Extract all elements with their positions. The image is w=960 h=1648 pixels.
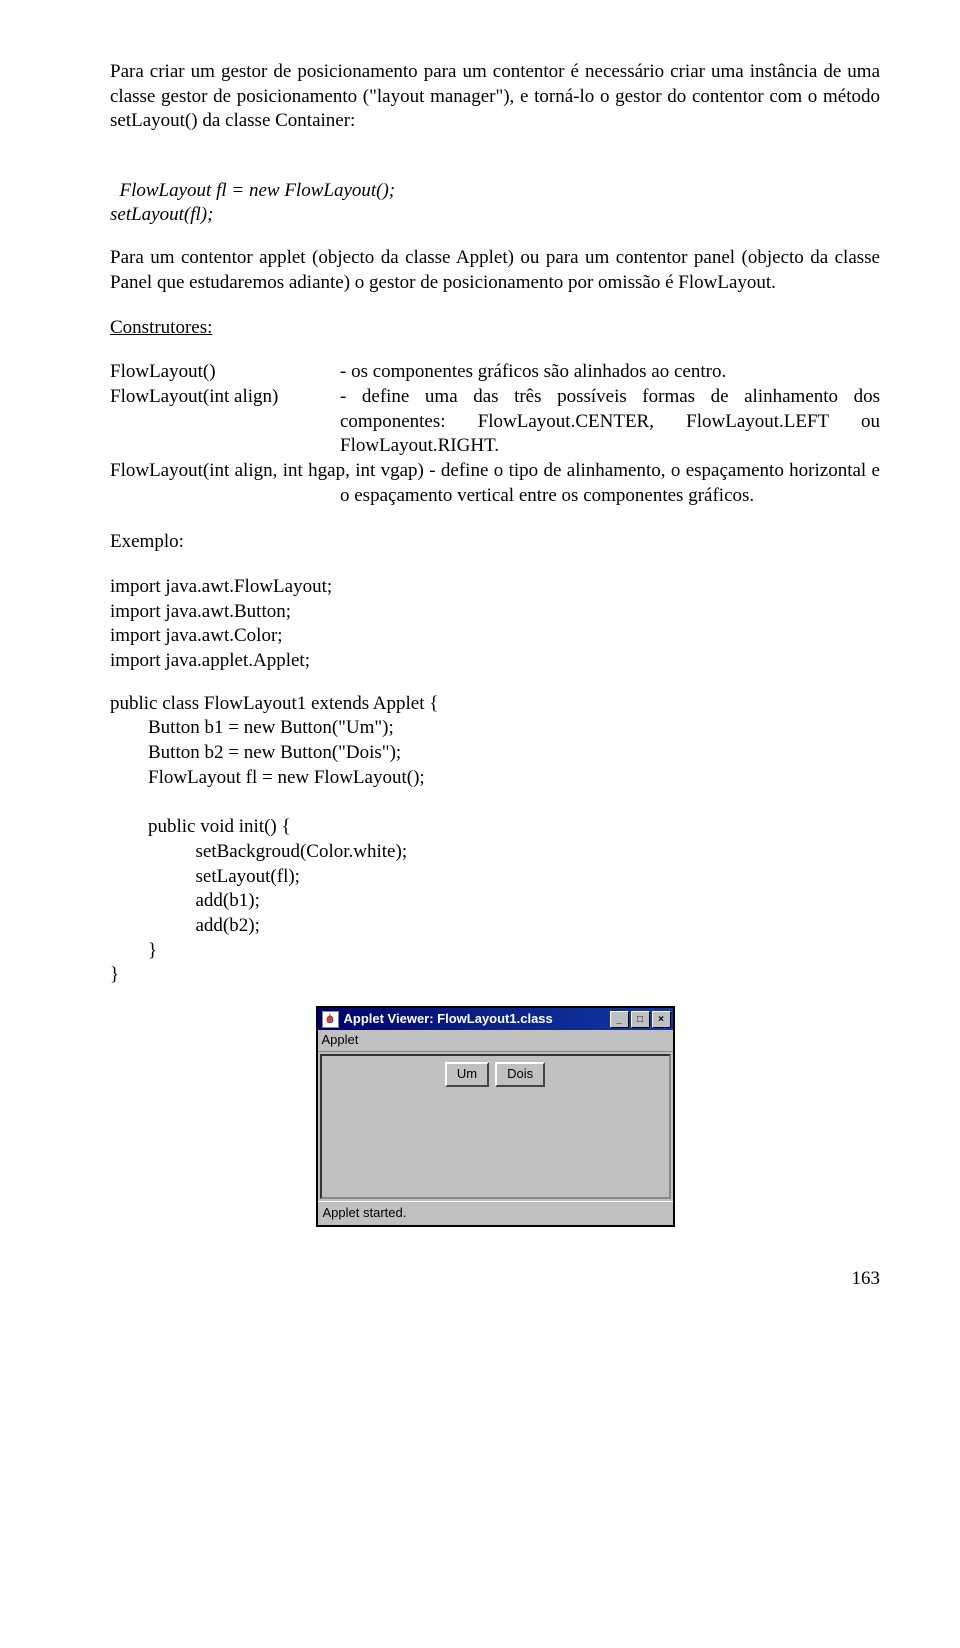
menubar[interactable]: Applet <box>318 1030 673 1052</box>
status-bar: Applet started. <box>318 1201 673 1225</box>
button-dois[interactable]: Dois <box>495 1062 545 1087</box>
code-line: FlowLayout fl = new FlowLayout(); <box>120 180 396 201</box>
code-line: setLayout(fl); <box>110 204 213 225</box>
ctor-flowlayout: FlowLayout() <box>110 360 340 385</box>
page-number: 163 <box>110 1267 880 1292</box>
window-title: Applet Viewer: FlowLayout1.class <box>344 1011 608 1028</box>
applet-canvas: Um Dois <box>320 1054 671 1199</box>
ctor-flowlayout-desc: - os componentes gráficos são alinhados … <box>340 360 880 385</box>
example-heading: Exemplo: <box>110 530 880 555</box>
paragraph-intro: Para criar um gestor de posicionamento p… <box>110 60 880 134</box>
titlebar[interactable]: Applet Viewer: FlowLayout1.class _ □ × <box>318 1008 673 1030</box>
constructors-list: FlowLayout() - os componentes gráficos s… <box>110 360 880 508</box>
close-button[interactable]: × <box>652 1011 671 1028</box>
constructors-heading: Construtores: <box>110 316 880 341</box>
button-um[interactable]: Um <box>445 1062 489 1087</box>
ctor-flowlayout-align: FlowLayout(int align) <box>110 385 340 459</box>
ctor-flowlayout-full: FlowLayout(int align, int hgap, int vgap… <box>110 459 880 508</box>
minimize-button[interactable]: _ <box>610 1011 629 1028</box>
maximize-button[interactable]: □ <box>631 1011 650 1028</box>
code-class: public class FlowLayout1 extends Applet … <box>110 692 880 988</box>
code-imports: import java.awt.FlowLayout; import java.… <box>110 575 880 674</box>
code-block-setlayout: FlowLayout fl = new FlowLayout(); setLay… <box>110 154 880 228</box>
paragraph-applet-panel: Para um contentor applet (objecto da cla… <box>110 246 880 295</box>
java-cup-icon <box>322 1011 339 1028</box>
applet-viewer-window: Applet Viewer: FlowLayout1.class _ □ × A… <box>316 1006 675 1227</box>
menu-applet[interactable]: Applet <box>322 1032 359 1047</box>
ctor-flowlayout-align-desc: - define uma das três possíveis formas d… <box>340 385 880 459</box>
